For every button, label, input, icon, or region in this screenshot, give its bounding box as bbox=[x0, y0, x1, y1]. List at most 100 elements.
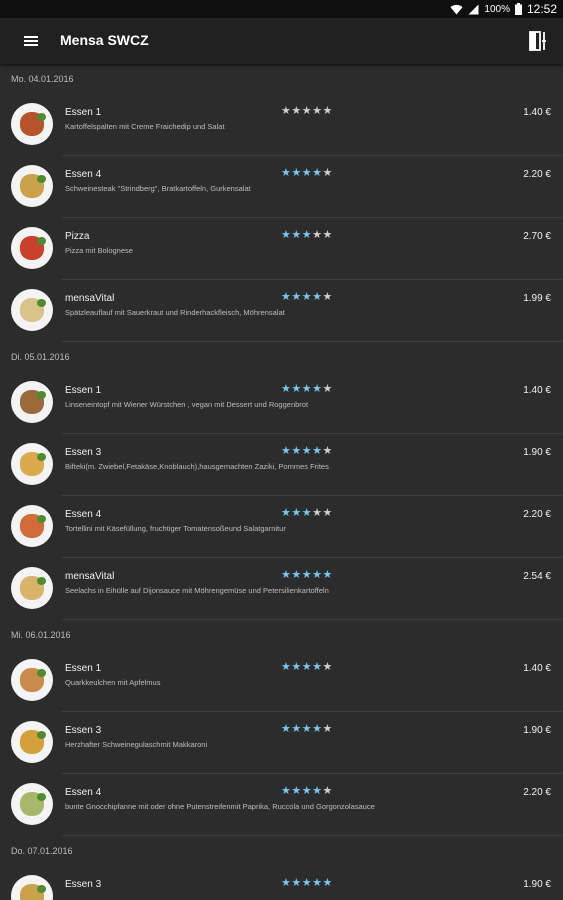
star-icon[interactable]: ★ bbox=[291, 723, 301, 735]
star-icon[interactable]: ★ bbox=[291, 105, 301, 117]
star-icon[interactable]: ★ bbox=[281, 167, 291, 179]
meal-name: Essen 1 bbox=[65, 107, 102, 118]
star-icon[interactable]: ★ bbox=[323, 105, 333, 117]
star-icon[interactable]: ★ bbox=[312, 383, 322, 395]
star-icon[interactable]: ★ bbox=[312, 569, 322, 581]
menu-list[interactable]: Mo. 04.01.2016 Essen 1 Kartoffelspalten mi… bbox=[0, 64, 563, 900]
meal-item[interactable]: Essen 4 Schweinesteak "Strindberg", Bratk… bbox=[0, 156, 563, 218]
star-icon[interactable]: ★ bbox=[291, 167, 301, 179]
star-icon[interactable]: ★ bbox=[302, 569, 312, 581]
star-icon[interactable]: ★ bbox=[291, 383, 301, 395]
star-icon[interactable]: ★ bbox=[281, 105, 291, 117]
star-icon[interactable]: ★ bbox=[302, 167, 312, 179]
star-icon[interactable]: ★ bbox=[281, 785, 291, 797]
meal-price: 2.70 € bbox=[523, 231, 551, 242]
meal-item[interactable]: Essen 1 Linseneintopf mit Wiener Würstche… bbox=[0, 372, 563, 434]
battery-percent: 100% bbox=[484, 3, 510, 15]
star-icon[interactable]: ★ bbox=[302, 229, 312, 241]
meal-name: Pizza bbox=[65, 231, 90, 242]
star-icon[interactable]: ★ bbox=[291, 445, 301, 457]
rating-stars[interactable]: ★★★★★ bbox=[281, 444, 333, 457]
star-icon[interactable]: ★ bbox=[323, 383, 333, 395]
star-icon[interactable]: ★ bbox=[291, 291, 301, 303]
star-icon[interactable]: ★ bbox=[281, 445, 291, 457]
star-icon[interactable]: ★ bbox=[323, 167, 333, 179]
menu-icon[interactable] bbox=[22, 32, 40, 50]
star-icon[interactable]: ★ bbox=[302, 445, 312, 457]
star-icon[interactable]: ★ bbox=[323, 877, 333, 889]
star-icon[interactable]: ★ bbox=[302, 661, 312, 673]
star-icon[interactable]: ★ bbox=[281, 291, 291, 303]
app-bar: Mensa SWCZ bbox=[0, 18, 563, 64]
star-icon[interactable]: ★ bbox=[323, 569, 333, 581]
star-icon[interactable]: ★ bbox=[302, 291, 312, 303]
star-icon[interactable]: ★ bbox=[312, 785, 322, 797]
star-icon[interactable]: ★ bbox=[291, 569, 301, 581]
rating-stars[interactable]: ★★★★★ bbox=[281, 784, 333, 797]
star-icon[interactable]: ★ bbox=[281, 507, 291, 519]
star-icon[interactable]: ★ bbox=[323, 785, 333, 797]
rating-stars[interactable]: ★★★★★ bbox=[281, 104, 333, 117]
meal-item[interactable]: Essen 4 Tortellini mit Käsefüllung, fruch… bbox=[0, 496, 563, 558]
star-icon[interactable]: ★ bbox=[312, 167, 322, 179]
meal-item[interactable]: Essen 3 Herzhafter Schweinegulaschmit Mak… bbox=[0, 712, 563, 774]
meal-price: 1.90 € bbox=[523, 879, 551, 890]
rating-stars[interactable]: ★★★★★ bbox=[281, 228, 333, 241]
star-icon[interactable]: ★ bbox=[281, 383, 291, 395]
meal-description: Herzhafter Schweinegulaschmit Makkaroni bbox=[65, 740, 208, 749]
meal-item[interactable]: Essen 3 ★★★★★ 1.90 € bbox=[0, 866, 563, 900]
meal-item[interactable]: Essen 4 bunte Gnocchipfanne mit oder ohne… bbox=[0, 774, 563, 836]
star-icon[interactable]: ★ bbox=[291, 785, 301, 797]
star-icon[interactable]: ★ bbox=[291, 507, 301, 519]
door-exit-icon[interactable] bbox=[527, 29, 549, 53]
rating-stars[interactable]: ★★★★★ bbox=[281, 722, 333, 735]
rating-stars[interactable]: ★★★★★ bbox=[281, 568, 333, 581]
star-icon[interactable]: ★ bbox=[291, 877, 301, 889]
star-icon[interactable]: ★ bbox=[302, 723, 312, 735]
meal-price: 2.54 € bbox=[523, 571, 551, 582]
rating-stars[interactable]: ★★★★★ bbox=[281, 506, 333, 519]
meal-price: 2.20 € bbox=[523, 169, 551, 180]
meal-item[interactable]: Essen 1 Kartoffelspalten mit Creme Fraich… bbox=[0, 94, 563, 156]
meal-item[interactable]: Pizza Pizza mit Bolognese ★★★★★ 2.70 € bbox=[0, 218, 563, 280]
star-icon[interactable]: ★ bbox=[302, 877, 312, 889]
rating-stars[interactable]: ★★★★★ bbox=[281, 166, 333, 179]
star-icon[interactable]: ★ bbox=[281, 877, 291, 889]
star-icon[interactable]: ★ bbox=[281, 569, 291, 581]
star-icon[interactable]: ★ bbox=[281, 229, 291, 241]
star-icon[interactable]: ★ bbox=[291, 229, 301, 241]
rating-stars[interactable]: ★★★★★ bbox=[281, 382, 333, 395]
meal-item[interactable]: Essen 3 Bifteki(m. Zwiebel,Fetakäse,Knobl… bbox=[0, 434, 563, 496]
star-icon[interactable]: ★ bbox=[312, 507, 322, 519]
rating-stars[interactable]: ★★★★★ bbox=[281, 660, 333, 673]
star-icon[interactable]: ★ bbox=[312, 229, 322, 241]
star-icon[interactable]: ★ bbox=[312, 291, 322, 303]
star-icon[interactable]: ★ bbox=[302, 785, 312, 797]
star-icon[interactable]: ★ bbox=[312, 105, 322, 117]
rating-stars[interactable]: ★★★★★ bbox=[281, 876, 333, 889]
star-icon[interactable]: ★ bbox=[302, 105, 312, 117]
star-icon[interactable]: ★ bbox=[323, 445, 333, 457]
star-icon[interactable]: ★ bbox=[312, 445, 322, 457]
star-icon[interactable]: ★ bbox=[323, 291, 333, 303]
meal-item[interactable]: mensaVital Spätzleauflauf mit Sauerkraut … bbox=[0, 280, 563, 342]
star-icon[interactable]: ★ bbox=[323, 723, 333, 735]
rating-stars[interactable]: ★★★★★ bbox=[281, 290, 333, 303]
meal-description: Linseneintopf mit Wiener Würstchen , veg… bbox=[65, 400, 309, 409]
star-icon[interactable]: ★ bbox=[312, 661, 322, 673]
meal-price: 2.20 € bbox=[523, 787, 551, 798]
status-bar: 100% 12:52 bbox=[0, 0, 563, 18]
star-icon[interactable]: ★ bbox=[291, 661, 301, 673]
meal-item[interactable]: Essen 1 Quarkkeulchen mit Apfelmus ★★★★★ 1.… bbox=[0, 650, 563, 712]
star-icon[interactable]: ★ bbox=[281, 661, 291, 673]
meal-thumbnail bbox=[11, 381, 53, 423]
star-icon[interactable]: ★ bbox=[312, 723, 322, 735]
star-icon[interactable]: ★ bbox=[302, 383, 312, 395]
star-icon[interactable]: ★ bbox=[323, 229, 333, 241]
star-icon[interactable]: ★ bbox=[323, 661, 333, 673]
star-icon[interactable]: ★ bbox=[302, 507, 312, 519]
star-icon[interactable]: ★ bbox=[323, 507, 333, 519]
meal-item[interactable]: mensaVital Seelachs in Eihülle auf Dijons… bbox=[0, 558, 563, 620]
star-icon[interactable]: ★ bbox=[312, 877, 322, 889]
star-icon[interactable]: ★ bbox=[281, 723, 291, 735]
